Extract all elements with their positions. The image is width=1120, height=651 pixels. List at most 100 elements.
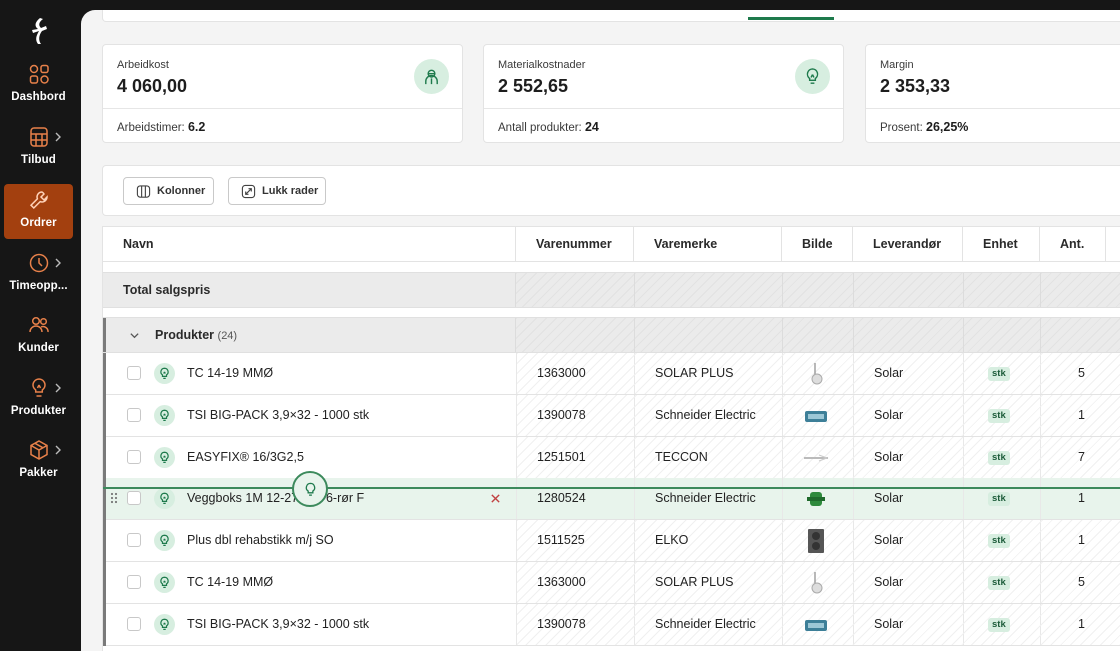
unit-badge: stk <box>988 576 1010 590</box>
dashboard-grid-icon <box>28 63 50 85</box>
card-value: 2 353,33 <box>880 76 951 96</box>
product-brand: Schneider Electric <box>655 491 756 506</box>
table-row[interactable]: Veggboks 1M 12-27 mm 6-rør F 1280524 Schne… <box>103 478 1120 521</box>
product-qty[interactable]: 1 <box>1078 478 1085 519</box>
sidebar-item-produkter[interactable]: Produkter <box>4 372 73 427</box>
product-name: Plus dbl rehabstikk m/j SO <box>187 533 334 548</box>
product-number: 1251501 <box>537 449 586 464</box>
chevron-right-icon[interactable] <box>54 444 62 456</box>
unit-badge: stk <box>988 450 1010 465</box>
product-number: 1363000 <box>537 366 586 380</box>
chevron-down-icon[interactable] <box>129 330 140 341</box>
row-checkbox[interactable] <box>127 533 141 548</box>
card-value: 2 552,65 <box>498 76 569 96</box>
chevron-right-icon[interactable] <box>54 257 62 269</box>
unit-badge: stk <box>988 617 1010 632</box>
lightbulb-icon <box>154 530 175 552</box>
card-title: Materialkostnader <box>498 59 586 71</box>
product-name: EASYFIX® 16/3G2,5 <box>187 449 304 464</box>
product-brand: TECCON <box>655 449 708 464</box>
row-checkbox[interactable] <box>127 491 141 506</box>
product-qty[interactable]: 1 <box>1078 520 1085 561</box>
wallbox-icon <box>803 486 829 512</box>
unit-badge: stk <box>988 492 1010 507</box>
product-number: 1390078 <box>537 616 586 631</box>
product-qty[interactable]: 5 <box>1078 562 1085 603</box>
table-row[interactable]: TSI BIG-PACK 3,9×32 - 1000 stk 1390078 Sch… <box>103 603 1120 646</box>
app-logo-icon[interactable] <box>26 16 52 46</box>
collapse-rows-button[interactable]: Lukk rader <box>228 177 326 205</box>
drag-handle-icon[interactable] <box>110 492 118 504</box>
product-number: 1280524 <box>537 491 586 506</box>
product-qty[interactable]: 5 <box>1078 353 1085 394</box>
row-checkbox[interactable] <box>127 575 141 589</box>
product-name: TC 14-19 MMØ <box>187 575 274 589</box>
product-brand: ELKO <box>655 533 689 548</box>
sidebar-item-timeopp[interactable]: Timeopp... <box>4 247 73 302</box>
group-row-produkter[interactable]: Produkter (24) <box>103 317 1120 353</box>
cable-icon <box>803 445 829 471</box>
lightbulb-icon <box>154 363 175 384</box>
total-label: Total salgspris <box>123 283 211 297</box>
table-row[interactable]: TC 14-19 MMØ 1363000 SOLAR PLUS Solar stk 5 <box>103 353 1120 395</box>
group-label: Produkter (24) <box>155 328 238 342</box>
sidebar-item-label: Dashbord <box>11 91 66 103</box>
table-row[interactable]: TSI BIG-PACK 3,9×32 - 1000 stk 1390078 Sch… <box>103 394 1120 437</box>
product-number: 1390078 <box>537 407 586 422</box>
column-header-6[interactable]: Ant. <box>1040 227 1106 262</box>
chevron-right-icon[interactable] <box>54 382 62 394</box>
sidebar-item-ordrer[interactable]: Ordrer <box>4 184 73 239</box>
table-row[interactable]: TC 14-19 MMØ 1363000 SOLAR PLUS Solar stk 5 <box>103 562 1120 604</box>
box-icon <box>803 612 829 638</box>
product-supplier: Solar <box>874 366 904 380</box>
column-header-5[interactable]: Enhet <box>963 227 1040 262</box>
product-supplier: Solar <box>874 616 904 631</box>
calculator-icon <box>28 126 50 148</box>
product-qty[interactable]: 1 <box>1078 395 1085 436</box>
row-checkbox[interactable] <box>127 366 141 380</box>
table-toolbar: Kolonner Lukk rader <box>102 165 1120 216</box>
card-arbeidkost: Arbeidkost 4 060,00 Arbeidstimer: 6.2 <box>102 44 463 143</box>
column-header-4[interactable]: Leverandør <box>853 227 963 262</box>
row-checkbox[interactable] <box>127 616 141 631</box>
lightbulb-icon <box>154 446 175 468</box>
card-footer: Arbeidstimer: 6.2 <box>117 120 206 134</box>
table-row[interactable]: Plus dbl rehabstikk m/j SO 1511525 ELKO Sol… <box>103 520 1120 563</box>
product-name: Veggboks 1M 12-27 mm 6-rør F <box>187 491 365 506</box>
remove-row-icon[interactable] <box>490 493 501 504</box>
column-header-0[interactable]: Navn <box>103 227 516 262</box>
product-qty[interactable]: 7 <box>1078 437 1085 478</box>
product-name: TC 14-19 MMØ <box>187 366 274 380</box>
lightbulb-icon <box>154 488 175 510</box>
row-checkbox[interactable] <box>127 449 141 464</box>
card-footer: Antall produkter: 24 <box>498 120 599 134</box>
sidebar-item-label: Kunder <box>18 342 59 354</box>
columns-button[interactable]: Kolonner <box>123 177 214 205</box>
card-title: Margin <box>880 59 914 71</box>
chevron-right-icon[interactable] <box>54 131 62 143</box>
package-icon <box>28 439 50 461</box>
product-supplier: Solar <box>874 575 904 589</box>
row-checkbox[interactable] <box>127 407 141 422</box>
sidebar-item-tilbud[interactable]: Tilbud <box>4 121 73 176</box>
sidebar-item-label: Tilbud <box>21 154 56 166</box>
active-tab-indicator <box>748 17 834 20</box>
sidebar-item-dashbord[interactable]: Dashbord <box>4 58 73 113</box>
column-header-1[interactable]: Varenummer <box>516 227 634 262</box>
column-header-3[interactable]: Bilde <box>782 227 853 262</box>
unit-badge: stk <box>988 534 1010 549</box>
sidebar-item-pakker[interactable]: Pakker <box>4 434 73 489</box>
product-name: TSI BIG-PACK 3,9×32 - 1000 stk <box>187 616 370 631</box>
sidebar: Dashbord Tilbud Ordrer Timeopp... Kunder Prod… <box>0 0 80 651</box>
product-qty[interactable]: 1 <box>1078 604 1085 645</box>
card-margin: Margin 2 353,33 Prosent: 26,25% <box>865 44 1120 143</box>
drag-ghost-lightbulb-icon <box>292 471 328 507</box>
product-supplier: Solar <box>874 533 904 548</box>
sidebar-item-kunder[interactable]: Kunder <box>4 309 73 364</box>
product-name: TSI BIG-PACK 3,9×32 - 1000 stk <box>187 407 370 422</box>
product-brand: SOLAR PLUS <box>655 366 734 380</box>
table-row[interactable]: EASYFIX® 16/3G2,5 1251501 TECCON Solar stk 7 <box>103 436 1120 479</box>
column-header-2[interactable]: Varemerke <box>634 227 782 262</box>
unit-badge: stk <box>988 367 1010 381</box>
box-icon <box>803 403 829 429</box>
